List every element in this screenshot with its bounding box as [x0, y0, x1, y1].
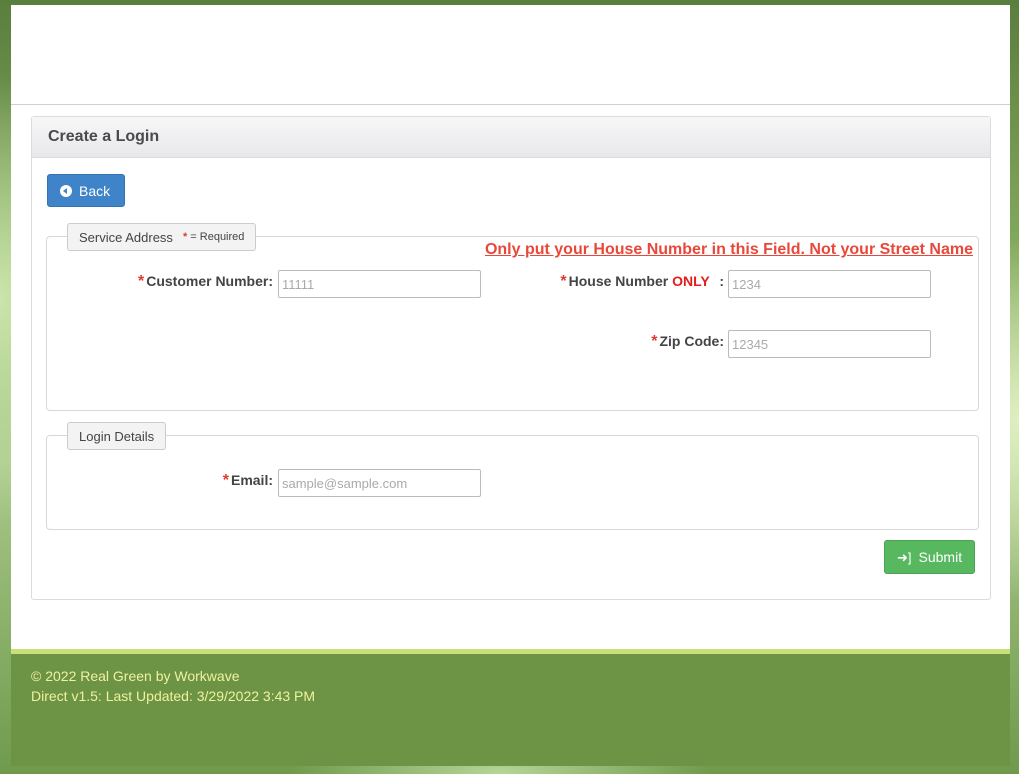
- required-note-text: = Required: [190, 231, 245, 243]
- footer-version: Direct v1.5: Last Updated: 3/29/2022 3:4…: [31, 688, 316, 704]
- house-number-warning: Only put your House Number in this Field…: [484, 241, 973, 258]
- customer-number-label: * Customer Number:: [138, 273, 273, 291]
- page-container: Create a Login Back Service Address * = …: [11, 5, 1010, 766]
- login-details-legend: Login Details: [67, 422, 167, 450]
- email-label: * Email:: [223, 472, 273, 490]
- required-star: *: [222, 472, 229, 489]
- footer-copyright: © 2022 Real Green by Workwave: [31, 668, 240, 684]
- footer: © 2022 Real Green by Workwave Direct v1.…: [11, 649, 1010, 766]
- back-button-label: Back: [79, 182, 111, 199]
- required-note: * = Required: [183, 231, 244, 243]
- customer-number-input[interactable]: [278, 270, 481, 298]
- email-input[interactable]: [278, 469, 481, 497]
- customer-number-label-text: Customer Number:: [146, 273, 273, 289]
- panel-title: Create a Login: [32, 117, 990, 158]
- zip-code-label: * Zip Code:: [651, 333, 724, 351]
- service-address-fieldset: Service Address * = Required Only put yo…: [46, 223, 979, 411]
- service-address-legend: Service Address * = Required: [67, 223, 257, 251]
- submit-button-label: Submit: [918, 549, 963, 565]
- zip-code-label-text: Zip Code:: [659, 333, 724, 349]
- header-area: [11, 5, 1010, 105]
- required-star: *: [137, 273, 145, 290]
- login-details-fieldset: Login Details * Email:: [46, 422, 979, 530]
- house-number-only-emphasis: ONLY: [672, 273, 710, 289]
- service-address-legend-label: Service Address: [79, 229, 173, 245]
- required-star: *: [182, 231, 188, 243]
- zip-code-input[interactable]: [728, 330, 931, 358]
- circle-arrow-left-icon: [60, 184, 72, 197]
- email-label-text: Email:: [230, 472, 273, 488]
- house-number-colon: :: [719, 273, 724, 289]
- required-star: *: [651, 333, 658, 350]
- create-login-panel: Create a Login Back Service Address * = …: [31, 116, 991, 600]
- house-number-label-text: House Number: [568, 273, 669, 289]
- back-button[interactable]: Back: [47, 174, 125, 207]
- required-star: *: [560, 273, 567, 290]
- house-number-input[interactable]: [728, 270, 931, 298]
- sign-in-icon: ➜]: [897, 549, 912, 565]
- house-number-label: * House Number ONLY :: [560, 273, 724, 291]
- submit-button[interactable]: ➜] Submit: [884, 540, 975, 574]
